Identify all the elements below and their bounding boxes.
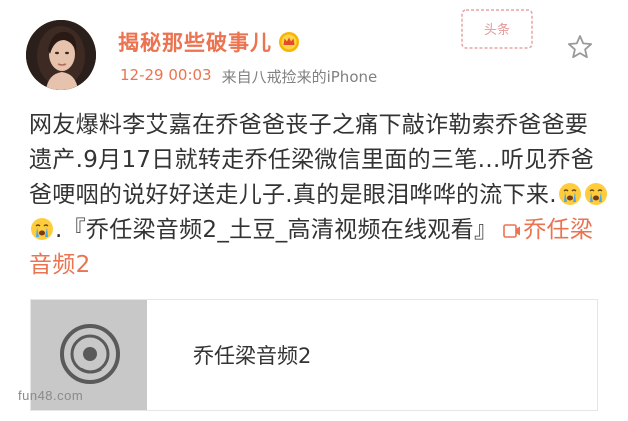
username-row: 揭秘那些破事儿 [118, 27, 300, 57]
post-source[interactable]: 来自八戒捡来的iPhone [222, 66, 378, 87]
avatar[interactable] [26, 20, 96, 90]
stamp-text: 头条 [484, 22, 510, 38]
crying-face-icon [584, 183, 607, 205]
post-time[interactable]: 12-29 00:03 [120, 66, 212, 87]
watermark: fun48.com [18, 388, 84, 403]
post-meta: 12-29 00:03 来自八戒捡来的iPhone [120, 66, 377, 87]
stamp-icon: 头条 [461, 9, 533, 49]
video-link-icon[interactable] [503, 224, 521, 238]
post-content: 网友爆料李艾嘉在乔爸爸丧子之痛下敲诈勒索乔爸爸要遗产.9月17日就转走乔任梁微信… [29, 108, 609, 283]
media-card[interactable]: 乔任梁音频2 [30, 299, 598, 411]
avatar-image [26, 20, 96, 90]
crying-face-icon [31, 218, 53, 240]
weibo-post: 揭秘那些破事儿 12-29 00:03 来自八戒捡来的iPhone 头条 网友爆… [0, 0, 628, 421]
card-title: 乔任梁音频2 [193, 344, 312, 368]
post-text-suffix: .『乔任梁音频2_土豆_高清视频在线观看』 [55, 217, 498, 243]
star-outline-icon[interactable] [567, 34, 593, 60]
crying-face-icon [558, 183, 581, 205]
crown-badge-icon [279, 32, 299, 52]
post-text: 网友爆料李艾嘉在乔爸爸丧子之痛下敲诈勒索乔爸爸要遗产.9月17日就转走乔任梁微信… [29, 112, 595, 208]
music-disc-icon [60, 324, 120, 384]
username[interactable]: 揭秘那些破事儿 [118, 27, 272, 57]
